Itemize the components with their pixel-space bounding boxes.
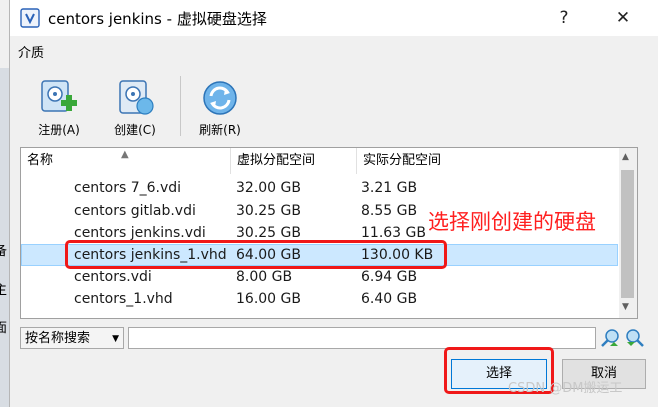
scroll-down-icon[interactable]: ▼ bbox=[622, 302, 629, 312]
disk-name: centors jenkins.vdi bbox=[74, 225, 206, 241]
search-previous-icon[interactable] bbox=[599, 327, 621, 349]
create-button[interactable]: 创建(C) bbox=[105, 78, 165, 138]
disk-actual-size: 8.55 GB bbox=[361, 203, 418, 219]
disk-name: centors 7_6.vdi bbox=[74, 180, 182, 196]
refresh-icon bbox=[203, 81, 237, 115]
table-row-selected[interactable]: centors jenkins_1.vhd 64.00 GB 130.00 KB bbox=[21, 244, 618, 266]
table-row[interactable]: centors.vdi 8.00 GB 6.94 GB bbox=[21, 266, 618, 288]
scrollbar-thumb[interactable] bbox=[621, 170, 634, 298]
background-text-fragment: 面 bbox=[0, 321, 8, 336]
column-header-name-label: 名称 bbox=[27, 153, 54, 168]
disk-virtual-size: 64.00 GB bbox=[236, 247, 301, 263]
dropdown-arrow-icon: ▼ bbox=[112, 334, 119, 344]
register-button[interactable]: 注册(A) bbox=[29, 78, 89, 138]
disk-name: centors.vdi bbox=[74, 269, 152, 285]
search-mode-label: 按名称搜索 bbox=[25, 331, 91, 346]
title-bar: centors jenkins - 虚拟硬盘选择 ? ✕ bbox=[10, 0, 658, 36]
scroll-up-icon[interactable]: ▲ bbox=[622, 152, 629, 162]
create-label: 创建(C) bbox=[114, 123, 156, 137]
annotation-text: 选择刚创建的硬盘 bbox=[428, 210, 596, 234]
disk-virtual-size: 16.00 GB bbox=[236, 291, 301, 307]
sort-ascending-icon: ▲ bbox=[121, 149, 129, 160]
column-header-virtual-size[interactable]: 虚拟分配空间 bbox=[231, 148, 357, 174]
search-mode-select[interactable]: 按名称搜索 ▼ bbox=[20, 327, 124, 349]
register-label: 注册(A) bbox=[38, 123, 80, 137]
vertical-scrollbar[interactable]: ▲ ▼ bbox=[619, 148, 637, 318]
column-header-actual-label: 实际分配空间 bbox=[363, 153, 442, 168]
close-button[interactable]: ✕ bbox=[600, 0, 646, 36]
search-input[interactable] bbox=[128, 327, 596, 349]
disk-name: centors gitlab.vdi bbox=[74, 203, 196, 219]
toolbar: 注册(A) 创建(C) 刷新(R) bbox=[10, 68, 658, 142]
disk-virtual-size: 32.00 GB bbox=[236, 180, 301, 196]
search-bar: 按名称搜索 ▼ bbox=[20, 327, 650, 351]
watermark: CSDN @DM搬运工 bbox=[508, 381, 623, 396]
toolbar-separator bbox=[180, 76, 181, 136]
window-title: centors jenkins - 虚拟硬盘选择 bbox=[48, 10, 267, 28]
help-button[interactable]: ? bbox=[541, 0, 587, 36]
refresh-label: 刷新(R) bbox=[199, 123, 241, 137]
disk-name: centors jenkins_1.vhd bbox=[74, 247, 227, 263]
search-next-icon[interactable] bbox=[624, 327, 646, 349]
menu-bar: 介质 bbox=[10, 36, 658, 68]
column-header-actual-size[interactable]: 实际分配空间 bbox=[357, 148, 619, 174]
background-window bbox=[0, 68, 9, 407]
background-text-fragment: 主 bbox=[0, 283, 8, 298]
disk-add-icon bbox=[41, 80, 77, 112]
disk-name: centors_1.vhd bbox=[74, 291, 173, 307]
menu-media[interactable]: 介质 bbox=[18, 42, 44, 61]
disk-actual-size: 11.63 GB bbox=[361, 225, 426, 241]
disk-actual-size: 130.00 KB bbox=[361, 247, 434, 263]
column-header-virtual-label: 虚拟分配空间 bbox=[237, 153, 316, 168]
disk-create-icon bbox=[119, 80, 154, 115]
virtual-disk-selector-dialog: centors jenkins - 虚拟硬盘选择 ? ✕ 介质 注册(A) 创建… bbox=[9, 0, 658, 407]
background-text-fragment: 备 bbox=[0, 244, 8, 259]
disk-virtual-size: 30.25 GB bbox=[236, 203, 301, 219]
table-row[interactable]: centors_1.vhd 16.00 GB 6.40 GB bbox=[21, 288, 618, 310]
disk-actual-size: 6.94 GB bbox=[361, 269, 418, 285]
disk-virtual-size: 8.00 GB bbox=[236, 269, 293, 285]
disk-actual-size: 6.40 GB bbox=[361, 291, 418, 307]
column-header-name[interactable]: 名称 ▲ bbox=[21, 148, 231, 174]
table-row[interactable]: centors 7_6.vdi 32.00 GB 3.21 GB bbox=[21, 177, 618, 199]
disk-virtual-size: 30.25 GB bbox=[236, 225, 301, 241]
disk-actual-size: 3.21 GB bbox=[361, 180, 418, 196]
virtualbox-app-icon bbox=[20, 8, 40, 28]
refresh-button[interactable]: 刷新(R) bbox=[190, 78, 250, 138]
